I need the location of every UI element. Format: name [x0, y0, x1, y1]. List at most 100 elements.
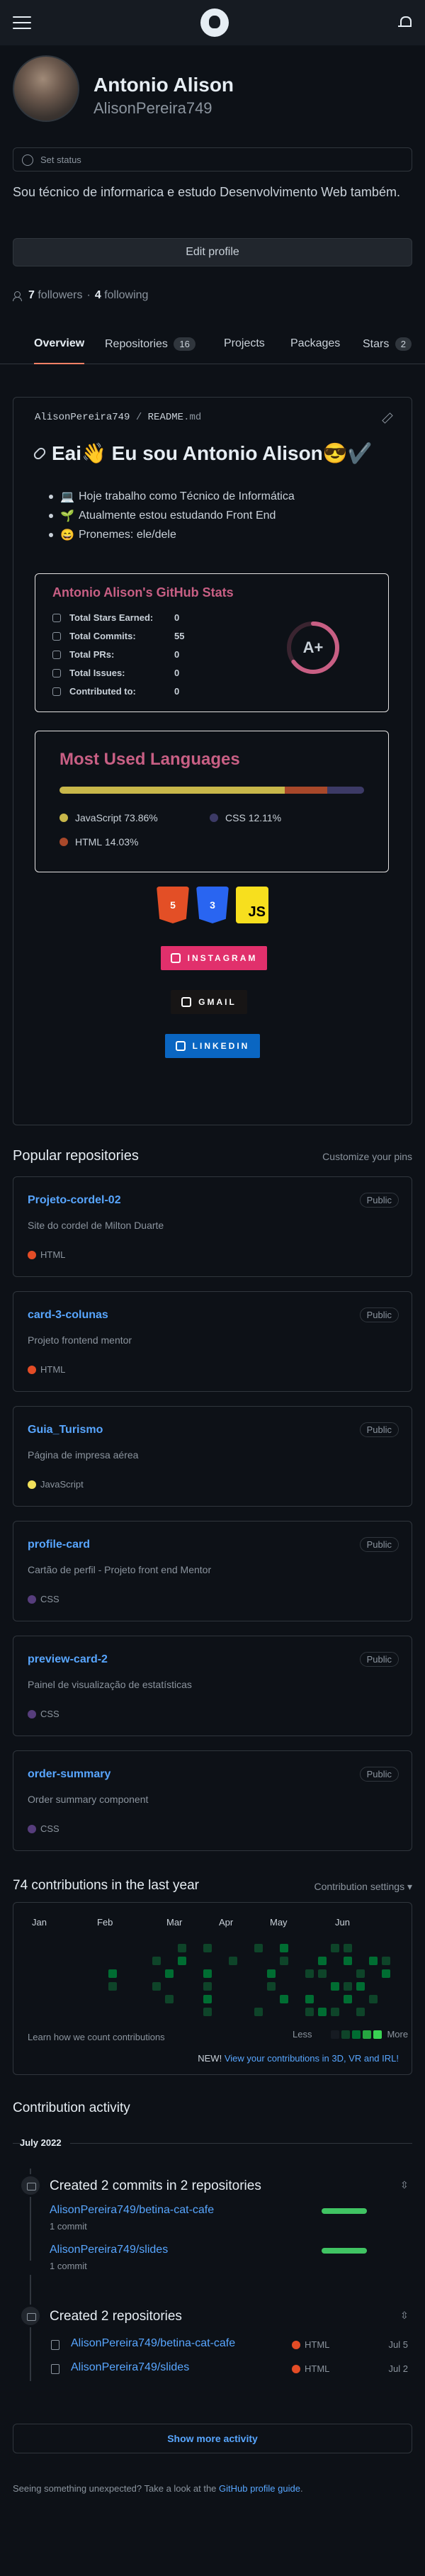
contribution-day[interactable]: [152, 1957, 161, 1965]
view-3d-link[interactable]: View your contributions in 3D, VR and IR…: [225, 2053, 399, 2064]
anchor-link-icon[interactable]: [32, 445, 47, 461]
customize-pins-link[interactable]: Customize your pins: [322, 1151, 412, 1162]
pinned-repo-card: preview-card-2 Public Painel de visualiz…: [13, 1636, 412, 1736]
stars-count-badge: 2: [395, 337, 412, 351]
tab-projects[interactable]: Projects: [224, 337, 265, 364]
instagram-badge[interactable]: INSTAGRAM: [161, 946, 267, 970]
contribution-day[interactable]: [165, 1995, 174, 2003]
fold-icon[interactable]: [400, 2310, 409, 2323]
contribution-day[interactable]: [267, 1982, 276, 1991]
contribution-day[interactable]: [344, 1957, 352, 1965]
repo-name-link[interactable]: Projeto-cordel-02: [28, 1194, 121, 1207]
contribution-settings-dropdown[interactable]: Contribution settings ▾: [314, 1881, 412, 1893]
contribution-day[interactable]: [318, 1957, 327, 1965]
list-item: 😄 Pronemes: ele/dele: [60, 525, 295, 544]
notifications-bell-icon[interactable]: [398, 15, 412, 30]
contribution-day[interactable]: [356, 1969, 365, 1978]
repo-name-link[interactable]: Guia_Turismo: [28, 1424, 103, 1436]
linkedin-badge[interactable]: LINKEDIN: [165, 1034, 260, 1058]
contribution-day[interactable]: [344, 1944, 352, 1952]
created-repo-link[interactable]: AlisonPereira749/betina-cat-cafe: [71, 2337, 235, 2350]
contribution-day[interactable]: [203, 1944, 212, 1952]
tab-stars[interactable]: Stars 2: [363, 337, 412, 364]
activity-month-header: July 2022: [13, 2137, 412, 2154]
contribution-day[interactable]: [178, 1957, 186, 1965]
commit-repo-link[interactable]: AlisonPereira749/slides: [50, 2244, 168, 2256]
contribution-day[interactable]: [203, 2008, 212, 2016]
contribution-day[interactable]: [382, 1957, 390, 1965]
tab-repositories[interactable]: Repositories 16: [105, 337, 196, 364]
edit-readme-pencil-icon[interactable]: [380, 412, 392, 423]
contribution-day[interactable]: [356, 2008, 365, 2016]
readme-owner[interactable]: AlisonPereira749: [35, 412, 130, 423]
contribution-day[interactable]: [344, 1982, 352, 1991]
css3-icon: 3: [196, 887, 229, 923]
contribution-day[interactable]: [382, 1969, 390, 1978]
pinned-repo-card: profile-card Public Cartão de perfil - P…: [13, 1521, 412, 1621]
repo-name-link[interactable]: preview-card-2: [28, 1653, 108, 1666]
contribution-day[interactable]: [318, 2008, 327, 2016]
contribution-day[interactable]: [356, 1982, 365, 1991]
contribution-day[interactable]: [331, 1982, 339, 1991]
contribution-day[interactable]: [369, 1957, 378, 1965]
repo-name-link[interactable]: profile-card: [28, 1539, 90, 1551]
stats-row-issues: Total Issues: 0: [52, 668, 194, 678]
contribution-day[interactable]: [229, 1957, 237, 1965]
github-logo-icon[interactable]: [200, 9, 229, 37]
contribution-day[interactable]: [254, 2008, 263, 2016]
language-bar-segment: [284, 787, 327, 794]
github-stats-card: Antonio Alison's GitHub Stats Total Star…: [35, 573, 389, 712]
contribution-activity-title: Contribution activity: [13, 2100, 130, 2115]
contribution-day[interactable]: [305, 2008, 314, 2016]
contribution-day[interactable]: [305, 1995, 314, 2003]
contribution-day[interactable]: [267, 1969, 276, 1978]
commit-count[interactable]: 1 commit: [50, 2221, 87, 2232]
contribution-day[interactable]: [369, 1995, 378, 2003]
contribution-day[interactable]: [305, 1969, 314, 1978]
contribution-day[interactable]: [331, 2008, 339, 2016]
following-link[interactable]: 4 following: [95, 289, 149, 302]
repo-name-link[interactable]: order-summary: [28, 1768, 110, 1781]
learn-contributions-link[interactable]: Learn how we count contributions: [28, 2032, 165, 2042]
repo-name-link[interactable]: card-3-colunas: [28, 1309, 108, 1322]
top-header: [0, 0, 425, 45]
contribution-day[interactable]: [203, 1982, 212, 1991]
star-icon: [52, 614, 61, 622]
contribution-day[interactable]: [108, 1982, 117, 1991]
contribution-day[interactable]: [165, 1969, 174, 1978]
commit-repo-link[interactable]: AlisonPereira749/betina-cat-cafe: [50, 2204, 214, 2217]
readme-file[interactable]: README: [148, 412, 183, 423]
contribution-day[interactable]: [280, 1995, 288, 2003]
show-more-activity-button[interactable]: Show more activity: [13, 2424, 412, 2453]
fold-icon[interactable]: [400, 2180, 409, 2193]
contribution-day[interactable]: [203, 1995, 212, 2003]
hamburger-menu-icon[interactable]: [13, 16, 31, 29]
tab-packages[interactable]: Packages: [290, 337, 340, 364]
contribution-day[interactable]: [331, 1944, 339, 1952]
set-status-button[interactable]: Set status: [13, 147, 412, 171]
most-used-languages-card: Most Used Languages JavaScript 73.86% CS…: [35, 731, 389, 872]
tab-overview[interactable]: Overview: [34, 337, 85, 364]
contribution-day[interactable]: [318, 1969, 327, 1978]
smiley-icon: [22, 154, 33, 166]
contribution-day[interactable]: [108, 1969, 117, 1978]
contribution-day[interactable]: [280, 1957, 288, 1965]
contributions-title: 74 contributions in the last year: [13, 1878, 199, 1893]
edit-profile-button[interactable]: Edit profile: [13, 238, 412, 266]
contribution-day[interactable]: [344, 1995, 352, 2003]
contribution-day[interactable]: [280, 1944, 288, 1952]
profile-guide-link[interactable]: GitHub profile guide: [219, 2483, 300, 2494]
created-repo-link[interactable]: AlisonPereira749/slides: [71, 2361, 189, 2374]
avatar[interactable]: [13, 55, 79, 122]
contribution-day[interactable]: [203, 1969, 212, 1978]
commit-count[interactable]: 1 commit: [50, 2261, 87, 2271]
commit-icon: [19, 2174, 42, 2197]
stats-row-stars: Total Stars Earned: 0: [52, 612, 194, 623]
repo-language: CSS: [28, 1823, 60, 1834]
contribution-day[interactable]: [152, 1982, 161, 1991]
followers-link[interactable]: 7 followers: [28, 289, 83, 302]
gmail-badge[interactable]: GMAIL: [171, 990, 247, 1014]
contribution-day[interactable]: [254, 1944, 263, 1952]
contribution-day[interactable]: [178, 1944, 186, 1952]
visibility-badge: Public: [359, 1193, 399, 1208]
